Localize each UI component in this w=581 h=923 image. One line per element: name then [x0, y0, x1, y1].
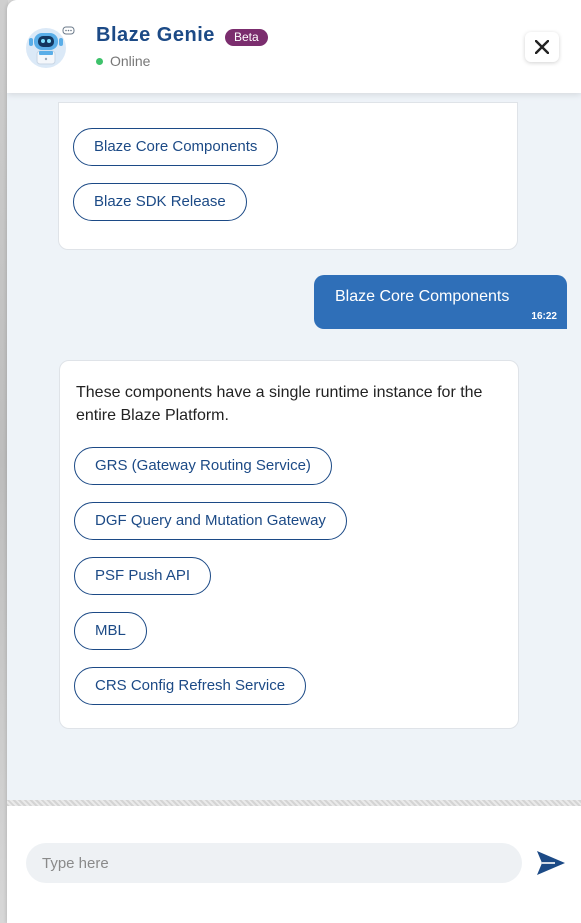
option-blaze-core-components[interactable]: Blaze Core Components — [73, 128, 279, 166]
option-crs[interactable]: CRS Config Refresh Service — [74, 667, 307, 705]
chat-title: Blaze Genie — [96, 24, 215, 46]
option-mbl[interactable]: MBL — [74, 612, 147, 650]
bot-message-card: Blaze Core Components Blaze SDK Release — [58, 102, 518, 250]
bot-reply-text: These components have a single runtime i… — [76, 384, 483, 424]
send-icon[interactable] — [535, 849, 567, 877]
beta-badge: Beta — [225, 29, 268, 46]
online-status-text: Online — [110, 53, 151, 69]
chat-header: Blaze Genie Beta Online — [7, 0, 581, 93]
robot-avatar-icon — [26, 26, 75, 68]
message-list[interactable]: Blaze Core Components Blaze SDK Release … — [7, 93, 581, 800]
online-status-dot — [96, 58, 103, 65]
user-message-text: Blaze Core Components — [335, 288, 510, 305]
chat-widget: Blaze Genie Beta Online Blaze Core Compo… — [7, 0, 581, 923]
message-timestamp: 16:22 — [531, 311, 557, 322]
option-dgf[interactable]: DGF Query and Mutation Gateway — [74, 502, 347, 540]
close-button[interactable] — [525, 32, 559, 62]
option-psf[interactable]: PSF Push API — [74, 557, 212, 595]
option-blaze-sdk-release[interactable]: Blaze SDK Release — [73, 183, 247, 221]
option-grs[interactable]: GRS (Gateway Routing Service) — [74, 447, 332, 485]
message-input[interactable] — [26, 843, 522, 883]
composer — [7, 806, 581, 923]
bot-reply-card: These components have a single runtime i… — [59, 360, 519, 729]
user-message-bubble: Blaze Core Components 16:22 — [314, 275, 567, 329]
close-icon — [535, 40, 549, 54]
